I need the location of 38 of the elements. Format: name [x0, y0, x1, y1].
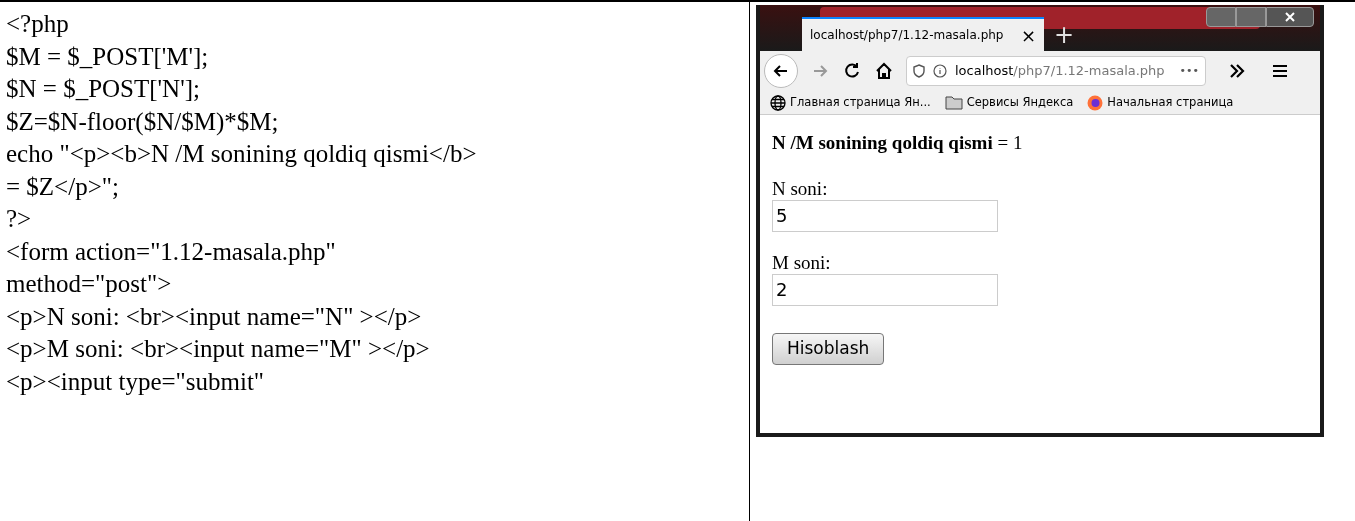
result-text: N /M sonining qoldiq qismi = 1: [772, 131, 1023, 155]
code-line: <form action="1.12-masala.php": [6, 236, 337, 267]
info-icon: [933, 64, 947, 78]
submit-button[interactable]: Hisoblash: [772, 332, 885, 365]
firefox-icon: [1087, 94, 1104, 111]
close-button[interactable]: [1266, 7, 1314, 27]
code-line: $Z=$N-floor($N/$M)*$M;: [6, 106, 280, 138]
code-line: echo "<p><b>N /M sonining qoldiq qismi</b>: [6, 139, 478, 169]
code-line: <p>M soni: <br><input name="M" ></p>: [6, 334, 431, 364]
code-line: <p><input type="submit": [6, 366, 266, 397]
field-label: M soni:: [772, 251, 831, 274]
code-line: ?>: [6, 204, 33, 234]
close-icon: [1285, 12, 1295, 22]
code-line: $M = $_POST['M'];: [6, 41, 210, 72]
folder-icon: [944, 95, 963, 110]
new-tab-button[interactable]: +: [1054, 23, 1075, 47]
shield-icon: [913, 64, 925, 78]
input-field[interactable]: 5: [772, 199, 998, 232]
globe-icon: [770, 94, 786, 111]
more-dots[interactable]: •••: [1179, 62, 1199, 80]
field-label: N soni:: [772, 177, 828, 200]
code-line: <?php: [6, 9, 70, 39]
input-field[interactable]: 2: [772, 273, 998, 306]
code-line: <p>N soni: <br><input name="N" ></p>: [6, 301, 423, 332]
browser-tab[interactable]: localhost/php7/1.12-masala.php ×: [802, 17, 1044, 51]
bookmark-link[interactable]: Начальная страница: [1107, 93, 1234, 112]
bookmark-link[interactable]: Главная страница Ян...: [790, 93, 931, 112]
address-bar[interactable]: localhost/php7/1.12-masala.php •••: [906, 56, 1206, 86]
code-line: = $Z</p>";: [6, 171, 120, 202]
url-text: localhost/php7/1.12-masala.php: [955, 62, 1165, 81]
code-line: $N = $_POST['N'];: [6, 74, 201, 104]
back-button[interactable]: [764, 54, 798, 88]
reload-icon[interactable]: [842, 61, 862, 81]
menu-icon[interactable]: [1272, 64, 1288, 78]
overflow-chevron-icon[interactable]: [1228, 63, 1246, 79]
bookmark-link[interactable]: Сервисы Яндекса: [966, 93, 1074, 112]
code-line: method="post">: [6, 269, 173, 299]
home-icon[interactable]: [874, 61, 894, 81]
